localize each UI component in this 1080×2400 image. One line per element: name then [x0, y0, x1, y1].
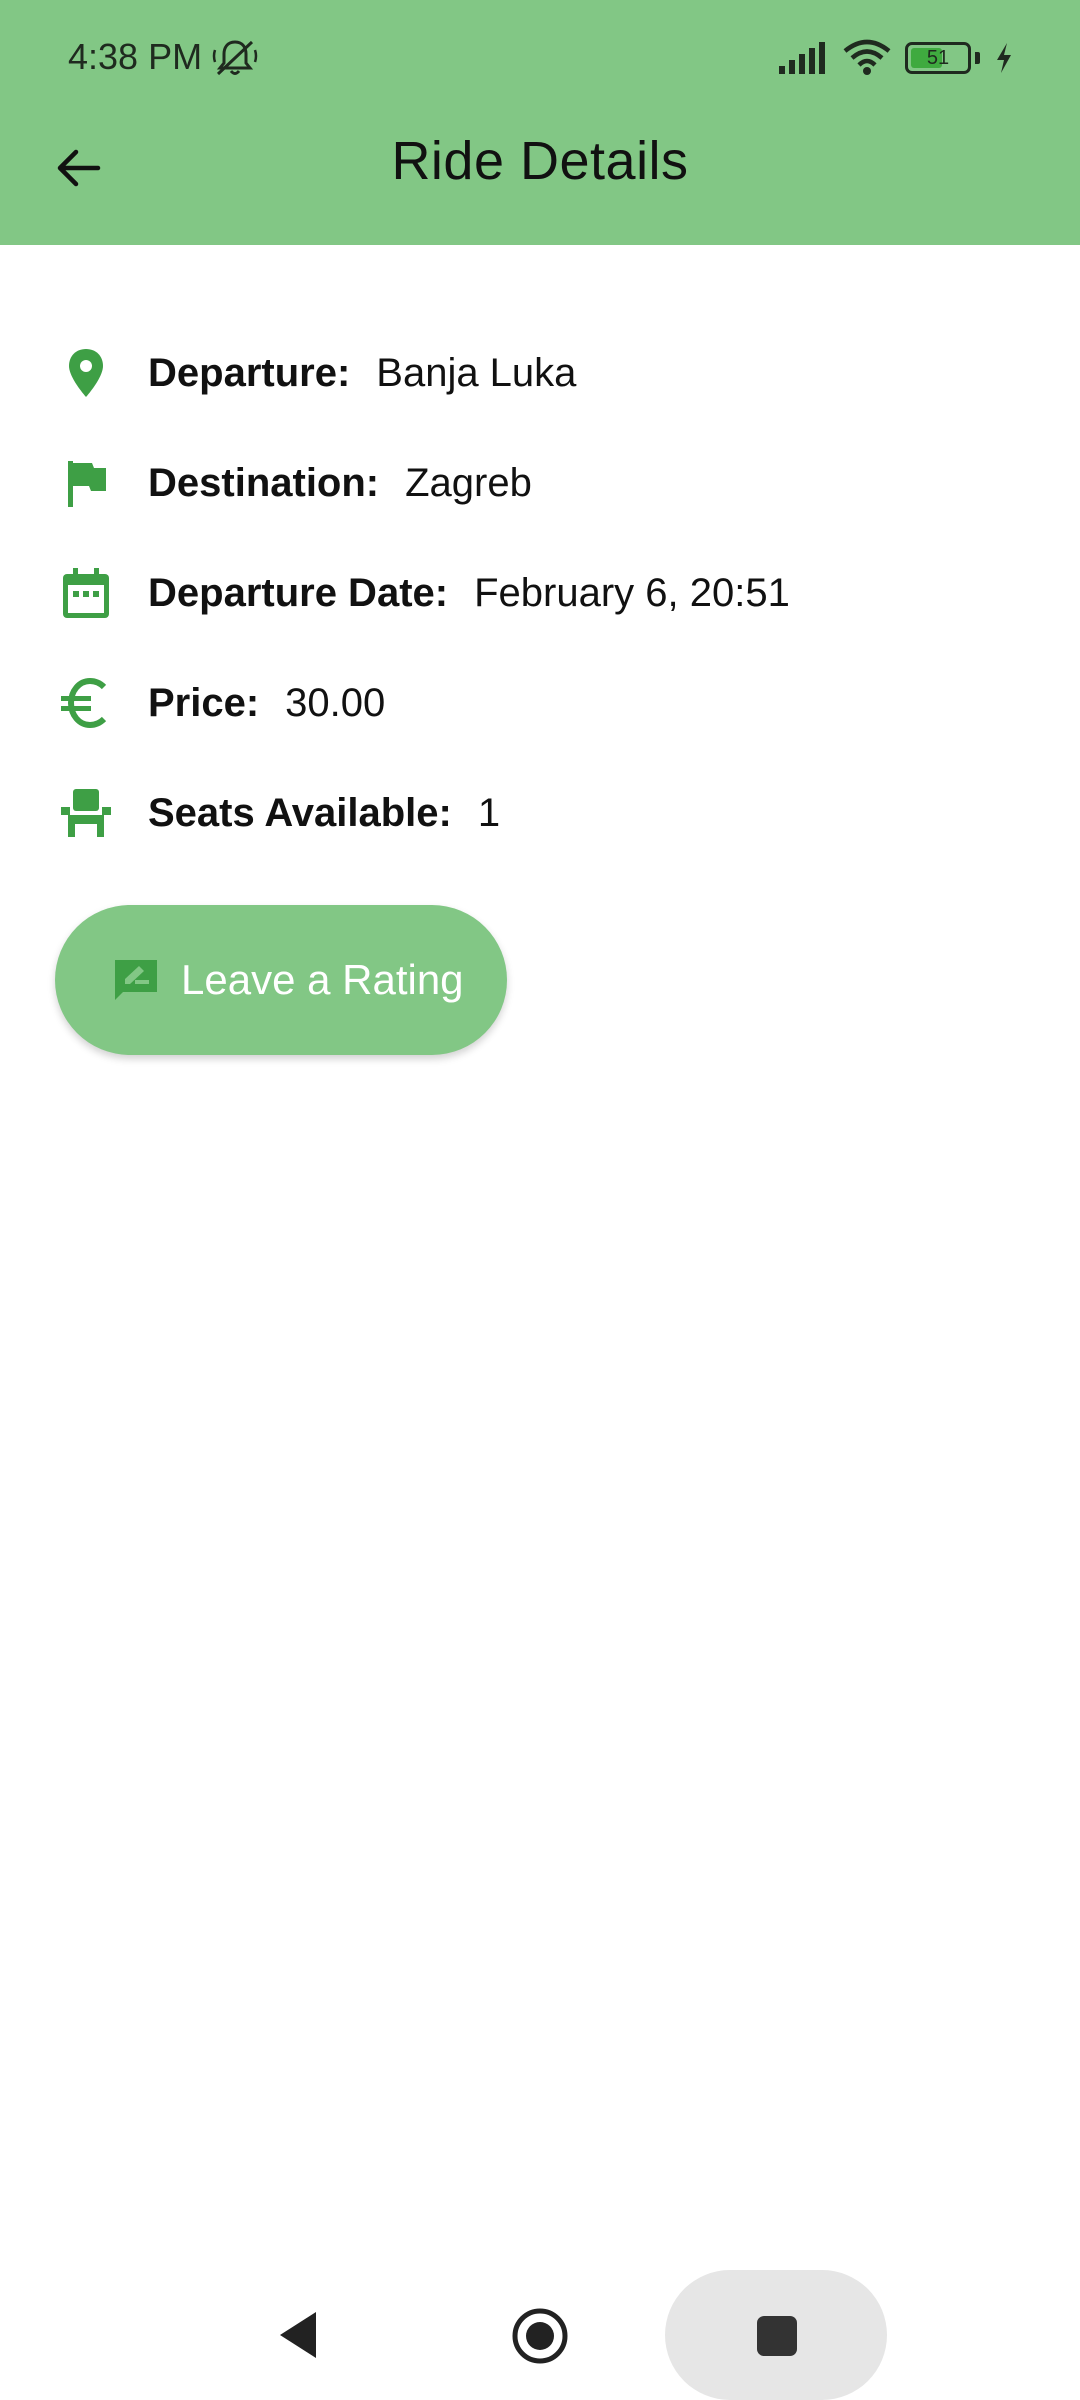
seats-available-label: Seats Available:	[148, 790, 452, 835]
detail-row-destination: Destination: Zagreb	[56, 428, 1036, 538]
price-value: 30.00	[285, 680, 386, 725]
departure-date-label: Departure Date:	[148, 570, 449, 615]
seat-icon	[61, 789, 111, 837]
leave-rating-button[interactable]: Leave a Rating	[55, 905, 507, 1055]
nav-recents-button[interactable]	[665, 2270, 887, 2400]
wifi-icon	[843, 39, 891, 75]
battery-cap	[975, 52, 980, 64]
detail-row-date: Departure Date: February 6, 20:51	[56, 538, 1036, 648]
battery-level: 51	[926, 46, 950, 69]
detail-row-seats: Seats Available: 1	[56, 758, 1036, 868]
nav-back-icon[interactable]	[272, 2308, 326, 2362]
signal-icon	[779, 42, 825, 74]
status-icons: 51	[777, 38, 1014, 78]
nav-home-icon[interactable]	[510, 2306, 570, 2366]
detail-row-price: Price: 30.00	[56, 648, 1036, 758]
calendar-icon	[63, 568, 109, 618]
rate-review-icon	[115, 960, 157, 1000]
euro-icon	[61, 677, 107, 729]
price-label: Price:	[148, 680, 260, 725]
system-nav-bar	[0, 2260, 1080, 2400]
flag-icon	[68, 461, 106, 507]
leave-rating-label: Leave a Rating	[181, 956, 464, 1003]
seats-available-value: 1	[477, 790, 501, 835]
status-time: 4:38 PM	[68, 36, 203, 77]
detail-row-departure: Departure: Banja Luka	[56, 318, 1036, 428]
charging-bolt-icon	[997, 43, 1011, 73]
departure-label: Departure:	[148, 350, 351, 395]
location-pin-icon	[69, 349, 103, 397]
nav-recents-icon	[757, 2316, 797, 2356]
battery-icon: 51	[905, 42, 971, 74]
departure-date-value: February 6, 20:51	[474, 570, 790, 615]
destination-value: Zagreb	[405, 460, 532, 505]
app-bar: 4:38 PM 51 Ride Details	[0, 0, 1080, 245]
departure-value: Banja Luka	[376, 350, 577, 395]
mute-bell-icon	[212, 40, 258, 76]
destination-label: Destination:	[148, 460, 380, 505]
ride-details-list: Departure: Banja Luka Destination: Zagre…	[56, 318, 1036, 868]
page-title: Ride Details	[391, 131, 689, 191]
